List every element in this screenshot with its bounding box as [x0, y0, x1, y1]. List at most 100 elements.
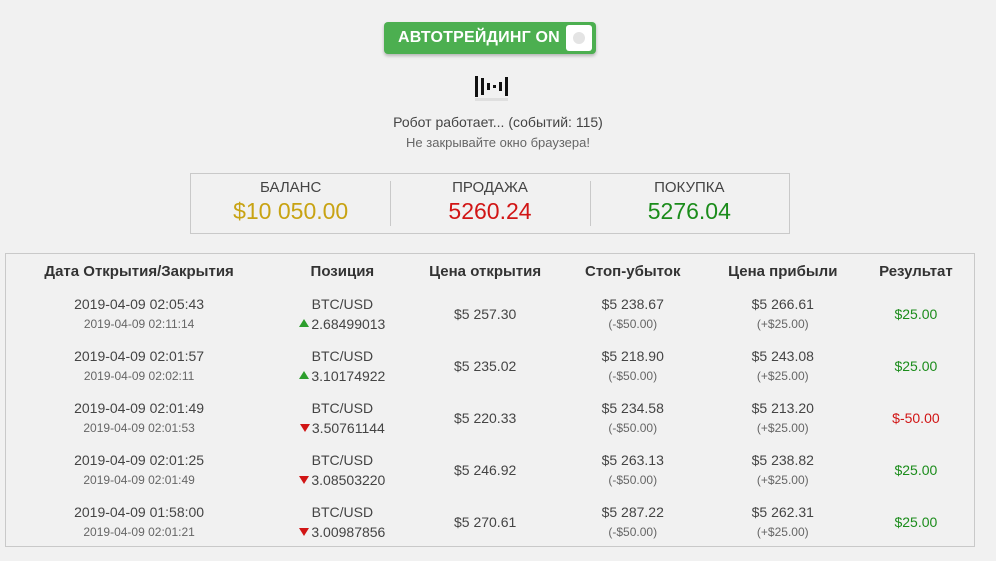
pair: BTC/USD	[311, 504, 374, 520]
quantity: 3.10174922	[311, 368, 386, 384]
open-date: 2019-04-09 01:58:00	[74, 504, 205, 520]
trades-table-panel: Дата Открытия/Закрытия Позиция Цена откр…	[5, 253, 975, 547]
header-dates: Дата Открытия/Закрытия	[44, 262, 234, 280]
autotrading-toggle-label: АВТОТРЕЙДИНГ ON	[398, 29, 560, 46]
cell-open-price: $5 270.61	[453, 514, 517, 530]
arrow-down-icon	[299, 424, 310, 433]
stat-sell-value: 5260.24	[448, 198, 532, 224]
stat-balance-label: БАЛАНС	[259, 179, 322, 196]
stat-buy-label: ПОКУПКА	[654, 179, 725, 196]
cell-result: $25.00	[894, 306, 938, 322]
pair: BTC/USD	[311, 400, 374, 416]
close-date: 2019-04-09 02:11:14	[83, 317, 195, 331]
table-row: 2019-04-09 02:01:25 2019-04-09 02:01:49 BT…	[6, 444, 974, 496]
open-date: 2019-04-09 02:01:57	[74, 348, 205, 364]
close-date: 2019-04-09 02:01:21	[83, 525, 195, 539]
cell-open-price: $5 257.30	[453, 306, 517, 322]
header-position: Позиция	[310, 262, 375, 280]
cell-stop-loss: $5 234.58 (-$50.00)	[558, 392, 708, 444]
table-row: 2019-04-09 02:05:43 2019-04-09 02:11:14 BT…	[6, 288, 974, 340]
take-profit-delta: (+$25.00)	[756, 473, 809, 487]
cell-stop-loss: $5 238.67 (-$50.00)	[558, 288, 708, 340]
quantity: 3.00987856	[311, 524, 386, 540]
stat-sell: ПРОДАЖА 5260.24	[390, 174, 589, 233]
arrow-up-icon	[299, 371, 310, 380]
quantity: 2.68499013	[311, 316, 386, 332]
cell-take-profit: $5 238.82 (+$25.00)	[708, 444, 858, 496]
pair: BTC/USD	[311, 452, 374, 468]
stop-loss-delta: (-$50.00)	[608, 317, 658, 331]
arrow-down-icon	[299, 476, 310, 485]
open-date: 2019-04-09 02:01:49	[74, 400, 205, 416]
cell-open-price: $5 235.02	[453, 358, 517, 374]
cell-result: $25.00	[894, 462, 938, 478]
arrow-up-icon	[299, 319, 310, 328]
cell-take-profit: $5 243.08 (+$25.00)	[708, 340, 858, 392]
trades-table: Дата Открытия/Закрытия Позиция Цена откр…	[6, 254, 974, 548]
take-profit-delta: (+$25.00)	[756, 525, 809, 539]
header-take-profit: Цена прибыли	[728, 262, 838, 280]
quantity: 3.08503220	[311, 472, 386, 488]
cell-position: BTC/USD 3.08503220	[272, 444, 412, 496]
header-open-price: Цена открытия	[429, 262, 542, 280]
stat-buy-value: 5276.04	[647, 198, 731, 224]
cell-stop-loss: $5 287.22 (-$50.00)	[558, 496, 708, 548]
cell-take-profit: $5 266.61 (+$25.00)	[708, 288, 858, 340]
table-header-row: Дата Открытия/Закрытия Позиция Цена откр…	[6, 254, 974, 288]
stat-buy: ПОКУПКА 5276.04	[589, 174, 789, 233]
quantity: 3.50761144	[311, 420, 385, 436]
cell-result: $25.00	[894, 514, 938, 530]
take-profit-price: $5 262.31	[751, 504, 814, 520]
autotrading-toggle[interactable]: АВТОТРЕЙДИНГ ON	[384, 22, 596, 54]
header-result: Результат	[879, 262, 953, 280]
cell-position: BTC/USD 3.50761144	[272, 392, 412, 444]
cell-dates: 2019-04-09 02:01:25 2019-04-09 02:01:49	[6, 444, 272, 496]
close-date: 2019-04-09 02:01:49	[83, 473, 195, 487]
stop-loss-delta: (-$50.00)	[608, 369, 658, 383]
take-profit-delta: (+$25.00)	[756, 369, 809, 383]
take-profit-delta: (+$25.00)	[756, 421, 809, 435]
cell-open-price: $5 220.33	[453, 410, 517, 426]
cell-open-price: $5 246.92	[453, 462, 517, 478]
stop-loss-price: $5 287.22	[601, 504, 664, 520]
stop-loss-price: $5 263.13	[601, 452, 664, 468]
stats-panel: БАЛАНС $10 050.00 ПРОДАЖА 5260.24 ПОКУПК…	[190, 173, 790, 234]
stop-loss-delta: (-$50.00)	[608, 525, 658, 539]
toggle-knob-dot	[573, 32, 585, 44]
take-profit-delta: (+$25.00)	[756, 317, 809, 331]
stat-balance: БАЛАНС $10 050.00	[191, 174, 390, 233]
do-not-close-warning: Не закрывайте окно браузера!	[406, 135, 590, 150]
take-profit-price: $5 243.08	[751, 348, 814, 364]
pair: BTC/USD	[311, 296, 374, 312]
take-profit-price: $5 266.61	[751, 296, 814, 312]
cell-stop-loss: $5 263.13 (-$50.00)	[558, 444, 708, 496]
cell-stop-loss: $5 218.90 (-$50.00)	[558, 340, 708, 392]
cell-take-profit: $5 262.31 (+$25.00)	[708, 496, 858, 548]
open-date: 2019-04-09 02:01:25	[74, 452, 205, 468]
toggle-knob[interactable]	[566, 25, 592, 51]
pair: BTC/USD	[311, 348, 374, 364]
take-profit-price: $5 238.82	[751, 452, 814, 468]
cell-result: $-50.00	[892, 410, 940, 426]
cell-position: BTC/USD 3.00987856	[272, 496, 412, 548]
stop-loss-price: $5 238.67	[601, 296, 664, 312]
cell-dates: 2019-04-09 02:01:49 2019-04-09 02:01:53	[6, 392, 272, 444]
table-row: 2019-04-09 02:01:49 2019-04-09 02:01:53 BT…	[6, 392, 974, 444]
stop-loss-price: $5 218.90	[601, 348, 664, 364]
cell-position: BTC/USD 3.10174922	[272, 340, 412, 392]
audio-bars-loader-icon	[475, 76, 508, 101]
stop-loss-price: $5 234.58	[601, 400, 664, 416]
open-date: 2019-04-09 02:05:43	[74, 296, 205, 312]
cell-position: BTC/USD 2.68499013	[272, 288, 412, 340]
robot-status-text: Робот работает... (событий: 115)	[393, 114, 603, 130]
stat-sell-label: ПРОДАЖА	[452, 179, 528, 196]
table-row: 2019-04-09 01:58:00 2019-04-09 02:01:21 BT…	[6, 496, 974, 548]
close-date: 2019-04-09 02:02:11	[83, 369, 195, 383]
cell-dates: 2019-04-09 02:05:43 2019-04-09 02:11:14	[6, 288, 272, 340]
stop-loss-delta: (-$50.00)	[608, 473, 658, 487]
take-profit-price: $5 213.20	[751, 400, 814, 416]
stat-balance-value: $10 050.00	[233, 198, 349, 224]
table-row: 2019-04-09 02:01:57 2019-04-09 02:02:11 BT…	[6, 340, 974, 392]
arrow-down-icon	[299, 528, 310, 537]
cell-dates: 2019-04-09 02:01:57 2019-04-09 02:02:11	[6, 340, 272, 392]
